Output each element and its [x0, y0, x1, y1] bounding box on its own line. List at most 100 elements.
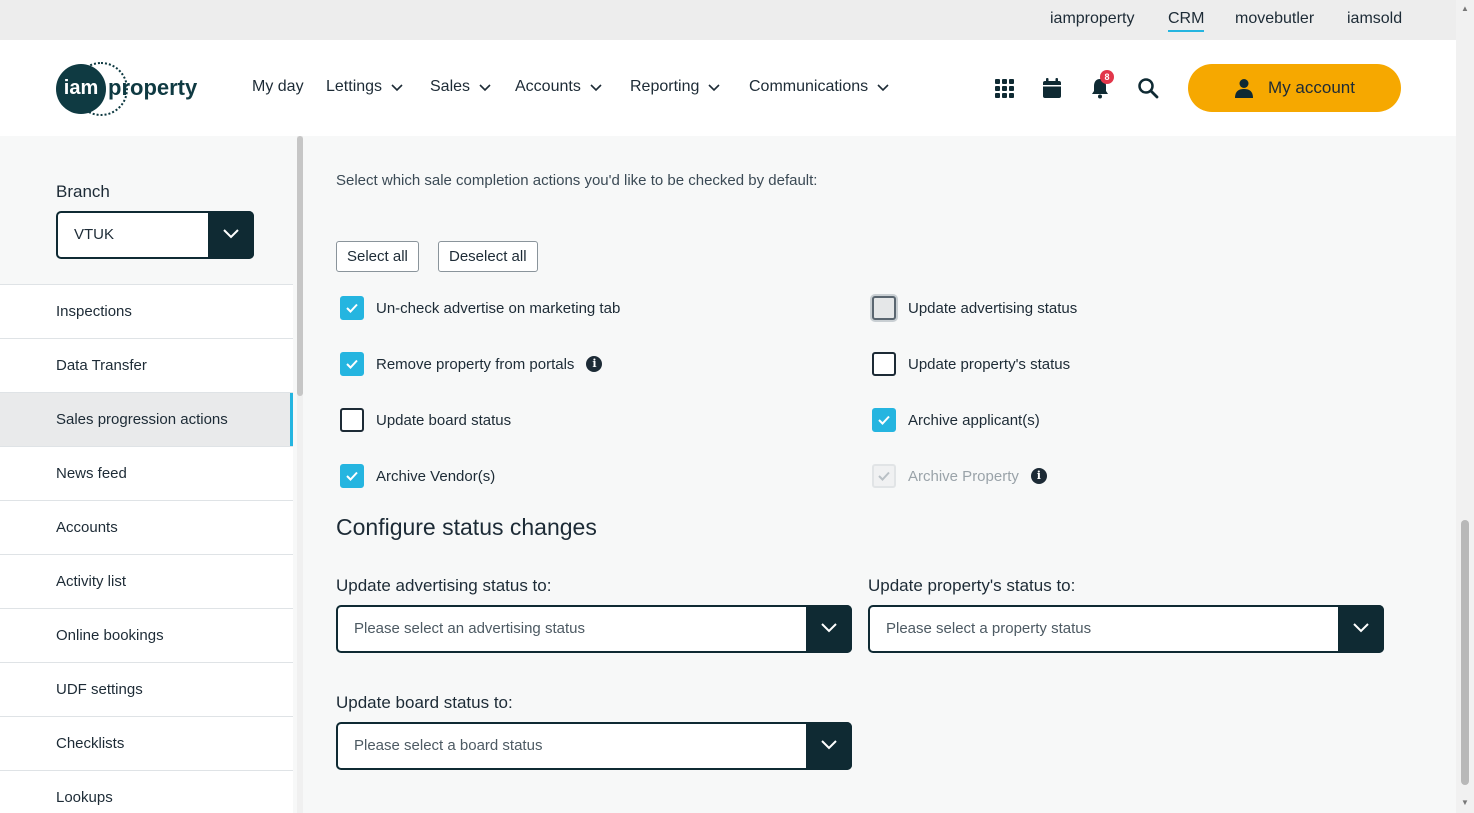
property-status-label: Update property's status to:: [868, 576, 1076, 595]
branch-select[interactable]: VTUK: [56, 211, 254, 259]
chevron-down-icon: [821, 623, 837, 633]
checkbox-label: Update property's status: [908, 355, 1071, 373]
checkbox-label: Archive applicant(s): [908, 411, 1040, 429]
logo-word: property: [108, 75, 198, 100]
action-update-board-status[interactable]: Update board status: [340, 408, 511, 432]
action-update-property-status[interactable]: Update property's status: [872, 352, 1070, 376]
sidebar-item-accounts[interactable]: Accounts: [0, 500, 293, 554]
chevron-down-icon: [877, 84, 889, 92]
chevron-down-icon: [590, 84, 602, 92]
checkbox-label: Update board status: [376, 411, 512, 429]
brand-link-iamproperty[interactable]: iamproperty: [1050, 10, 1134, 28]
section-title-configure-status: Configure status changes: [336, 514, 597, 540]
check-icon: [878, 415, 890, 425]
branch-selected-value: VTUK: [74, 226, 115, 243]
user-icon: [1235, 79, 1254, 98]
sidebar-item-udf-settings[interactable]: UDF settings: [0, 662, 293, 716]
checkbox[interactable]: [340, 464, 364, 488]
checkbox[interactable]: [872, 296, 896, 320]
settings-sidebar: Branch VTUK Inspections Data Transfer Sa…: [0, 136, 303, 813]
sidebar-item-checklists[interactable]: Checklists: [0, 716, 293, 770]
nav-accounts[interactable]: Accounts: [515, 78, 603, 96]
nav-label: Sales: [430, 78, 471, 95]
sales-progression-settings: Select which sale completion actions you…: [303, 136, 1456, 813]
property-status-dropdown-button[interactable]: [1338, 605, 1384, 653]
chevron-down-icon: [479, 84, 491, 92]
checkbox[interactable]: [872, 408, 896, 432]
checkbox[interactable]: [340, 296, 364, 320]
nav-lettings[interactable]: Lettings: [326, 78, 404, 96]
nav-my-day[interactable]: My day: [252, 78, 304, 96]
nav-label: Lettings: [326, 78, 383, 95]
sidebar-item-sales-progression-actions[interactable]: Sales progression actions: [0, 392, 293, 446]
checkbox-label: Update advertising status: [908, 299, 1078, 317]
nav-label: Reporting: [630, 78, 700, 95]
brand-link-crm[interactable]: CRM: [1168, 10, 1205, 32]
page-scrollbar-thumb[interactable]: [1461, 520, 1469, 785]
select-placeholder: Please select an advertising status: [354, 620, 585, 637]
sidebar-item-inspections[interactable]: Inspections: [0, 284, 293, 338]
nav-communications[interactable]: Communications: [749, 78, 890, 96]
chevron-down-icon: [708, 84, 720, 92]
check-icon: [346, 471, 358, 481]
notifications-button[interactable]: 8: [1088, 70, 1114, 100]
chevron-down-icon: [223, 229, 239, 239]
board-status-select[interactable]: Please select a board status: [336, 722, 852, 770]
intro-text: Select which sale completion actions you…: [336, 172, 818, 189]
advertising-status-label: Update advertising status to:: [336, 576, 552, 595]
check-icon: [346, 359, 358, 369]
search-icon[interactable]: [1136, 76, 1160, 100]
sidebar-item-lookups[interactable]: Lookups: [0, 770, 293, 813]
checkbox-label: Un-check advertise on marketing tab: [376, 299, 621, 317]
apps-grid-icon[interactable]: [992, 76, 1016, 100]
logo-mark: iam: [56, 64, 106, 114]
scroll-up-arrow[interactable]: ▲: [1460, 4, 1470, 14]
sidebar-item-activity-list[interactable]: Activity list: [0, 554, 293, 608]
brand-link-iamsold[interactable]: iamsold: [1347, 10, 1402, 28]
calendar-icon[interactable]: [1040, 76, 1064, 100]
info-icon[interactable]: i: [586, 356, 603, 372]
my-account-label: My account: [1268, 78, 1355, 97]
select-placeholder: Please select a property status: [886, 620, 1092, 637]
property-status-select[interactable]: Please select a property status: [868, 605, 1384, 653]
nav-sales[interactable]: Sales: [430, 78, 492, 96]
top-brand-bar: iamproperty CRM movebutler iamsold: [0, 0, 1456, 40]
my-account-button[interactable]: My account: [1188, 64, 1401, 112]
board-status-label: Update board status to:: [336, 693, 513, 712]
checkbox-disabled: [872, 464, 896, 488]
sidebar-menu: Inspections Data Transfer Sales progress…: [0, 284, 293, 813]
iamproperty-logo[interactable]: iam property: [56, 62, 206, 116]
select-placeholder: Please select a board status: [354, 737, 543, 754]
check-icon: [878, 471, 890, 481]
check-icon: [346, 303, 358, 313]
board-status-dropdown-button[interactable]: [806, 722, 852, 770]
action-uncheck-advertise[interactable]: Un-check advertise on marketing tab: [340, 296, 620, 320]
sidebar-item-online-bookings[interactable]: Online bookings: [0, 608, 293, 662]
deselect-all-button[interactable]: Deselect all: [438, 241, 538, 272]
chevron-down-icon: [1353, 623, 1369, 633]
action-archive-applicants[interactable]: Archive applicant(s): [872, 408, 1040, 432]
checkbox[interactable]: [340, 352, 364, 376]
info-icon[interactable]: i: [1030, 468, 1047, 484]
nav-reporting[interactable]: Reporting: [630, 78, 721, 96]
checkbox-label: Archive Property: [908, 467, 1019, 485]
checkbox[interactable]: [340, 408, 364, 432]
sidebar-item-news-feed[interactable]: News feed: [0, 446, 293, 500]
select-all-button[interactable]: Select all: [336, 241, 419, 272]
action-archive-vendors[interactable]: Archive Vendor(s): [340, 464, 495, 488]
sidebar-item-data-transfer[interactable]: Data Transfer: [0, 338, 293, 392]
chevron-down-icon: [821, 740, 837, 750]
checkbox[interactable]: [872, 352, 896, 376]
advertising-status-select[interactable]: Please select an advertising status: [336, 605, 852, 653]
brand-link-movebutler[interactable]: movebutler: [1235, 10, 1314, 28]
checkbox-label: Archive Vendor(s): [376, 467, 496, 485]
page-scrollbar[interactable]: ▲ ▼: [1456, 0, 1474, 813]
action-update-advertising-status[interactable]: Update advertising status: [872, 296, 1077, 320]
notification-badge: 8: [1100, 70, 1114, 84]
action-remove-from-portals[interactable]: Remove property from portals i: [340, 352, 603, 376]
branch-dropdown-button[interactable]: [208, 211, 254, 259]
nav-label: Communications: [749, 78, 869, 95]
advertising-status-dropdown-button[interactable]: [806, 605, 852, 653]
scroll-down-arrow[interactable]: ▼: [1460, 798, 1470, 808]
chevron-down-icon: [391, 84, 403, 92]
